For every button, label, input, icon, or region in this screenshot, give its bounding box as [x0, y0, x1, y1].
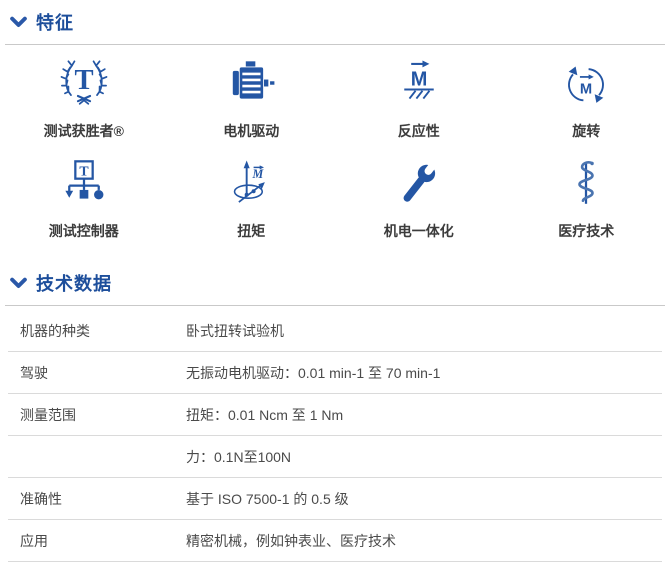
feature-label: 医疗技术	[558, 221, 614, 241]
row-label: 应用	[20, 531, 186, 551]
feature-mechatronics: 机电一体化	[335, 155, 503, 241]
feature-label: 测试获胜者®	[44, 121, 124, 141]
torque-vector-icon: M	[225, 155, 277, 211]
row-value: 扭矩：0.01 Ncm 至 1 Nm	[186, 405, 343, 425]
chevron-down-icon	[10, 15, 27, 30]
table-row: 机器的种类 卧式扭转试验机	[8, 310, 662, 352]
row-label: 测量范围	[20, 405, 186, 425]
section-divider	[5, 305, 665, 306]
feature-test-controller: T 测试控制器	[0, 155, 168, 241]
technical-data-section: 技术数据 机器的种类 卧式扭转试验机 驾驶 无振动电机驱动：0.01 min-1…	[0, 261, 670, 562]
svg-text:M: M	[410, 69, 427, 91]
row-value: 力：0.1N至100N	[186, 447, 291, 467]
feature-test-winner: T 测试获胜者®	[0, 55, 168, 141]
row-value: 无振动电机驱动：0.01 min-1 至 70 min-1	[186, 363, 440, 383]
feature-torque: M 扭矩	[168, 155, 336, 241]
features-section: 特征 T 测试获胜者®	[0, 0, 670, 247]
feature-label: 扭矩	[237, 221, 265, 241]
laurel-wreath-t-icon: T	[58, 55, 110, 111]
row-label: 驾驶	[20, 363, 186, 383]
features-section-header[interactable]: 特征	[0, 0, 670, 42]
feature-medical: 医疗技术	[503, 155, 670, 241]
technical-data-table: 机器的种类 卧式扭转试验机 驾驶 无振动电机驱动：0.01 min-1 至 70…	[8, 310, 662, 562]
table-row: 驾驶 无振动电机驱动：0.01 min-1 至 70 min-1	[8, 352, 662, 394]
feature-label: 电机驱动	[223, 121, 279, 141]
rotation-arrows-icon: M	[560, 55, 612, 111]
feature-label: 测试控制器	[49, 221, 119, 241]
feature-label: 反应性	[398, 121, 440, 141]
row-value: 基于 ISO 7500-1 的 0.5 级	[186, 489, 349, 509]
electric-motor-icon	[225, 55, 277, 111]
technical-data-section-title: 技术数据	[36, 270, 112, 296]
features-grid: T 测试获胜者®	[0, 45, 670, 247]
table-row: 准确性 基于 ISO 7500-1 的 0.5 级	[8, 478, 662, 520]
feature-reactive: M 反应性	[335, 55, 503, 141]
svg-text:T: T	[79, 164, 89, 179]
test-controller-flowchart-icon: T	[58, 155, 110, 211]
asclepius-staff-icon	[560, 155, 612, 211]
feature-motor-drive: 电机驱动	[168, 55, 336, 141]
row-label: 准确性	[20, 489, 186, 509]
svg-text:M: M	[580, 81, 592, 97]
table-row: 应用 精密机械，例如钟表业、医疗技术	[8, 520, 662, 562]
wrench-icon	[393, 155, 445, 211]
svg-text:T: T	[74, 65, 93, 96]
feature-label: 旋转	[572, 121, 600, 141]
torque-ground-icon: M	[393, 55, 445, 111]
feature-rotation: M 旋转	[503, 55, 670, 141]
feature-label: 机电一体化	[384, 221, 454, 241]
chevron-down-icon	[10, 276, 27, 291]
row-value: 卧式扭转试验机	[186, 321, 284, 341]
technical-data-section-header[interactable]: 技术数据	[0, 261, 670, 303]
row-value: 精密机械，例如钟表业、医疗技术	[186, 531, 396, 551]
row-label: 机器的种类	[20, 321, 186, 341]
features-section-title: 特征	[36, 9, 74, 35]
table-row: 力：0.1N至100N	[8, 436, 662, 478]
table-row: 测量范围 扭矩：0.01 Ncm 至 1 Nm	[8, 394, 662, 436]
svg-text:M: M	[252, 167, 265, 181]
